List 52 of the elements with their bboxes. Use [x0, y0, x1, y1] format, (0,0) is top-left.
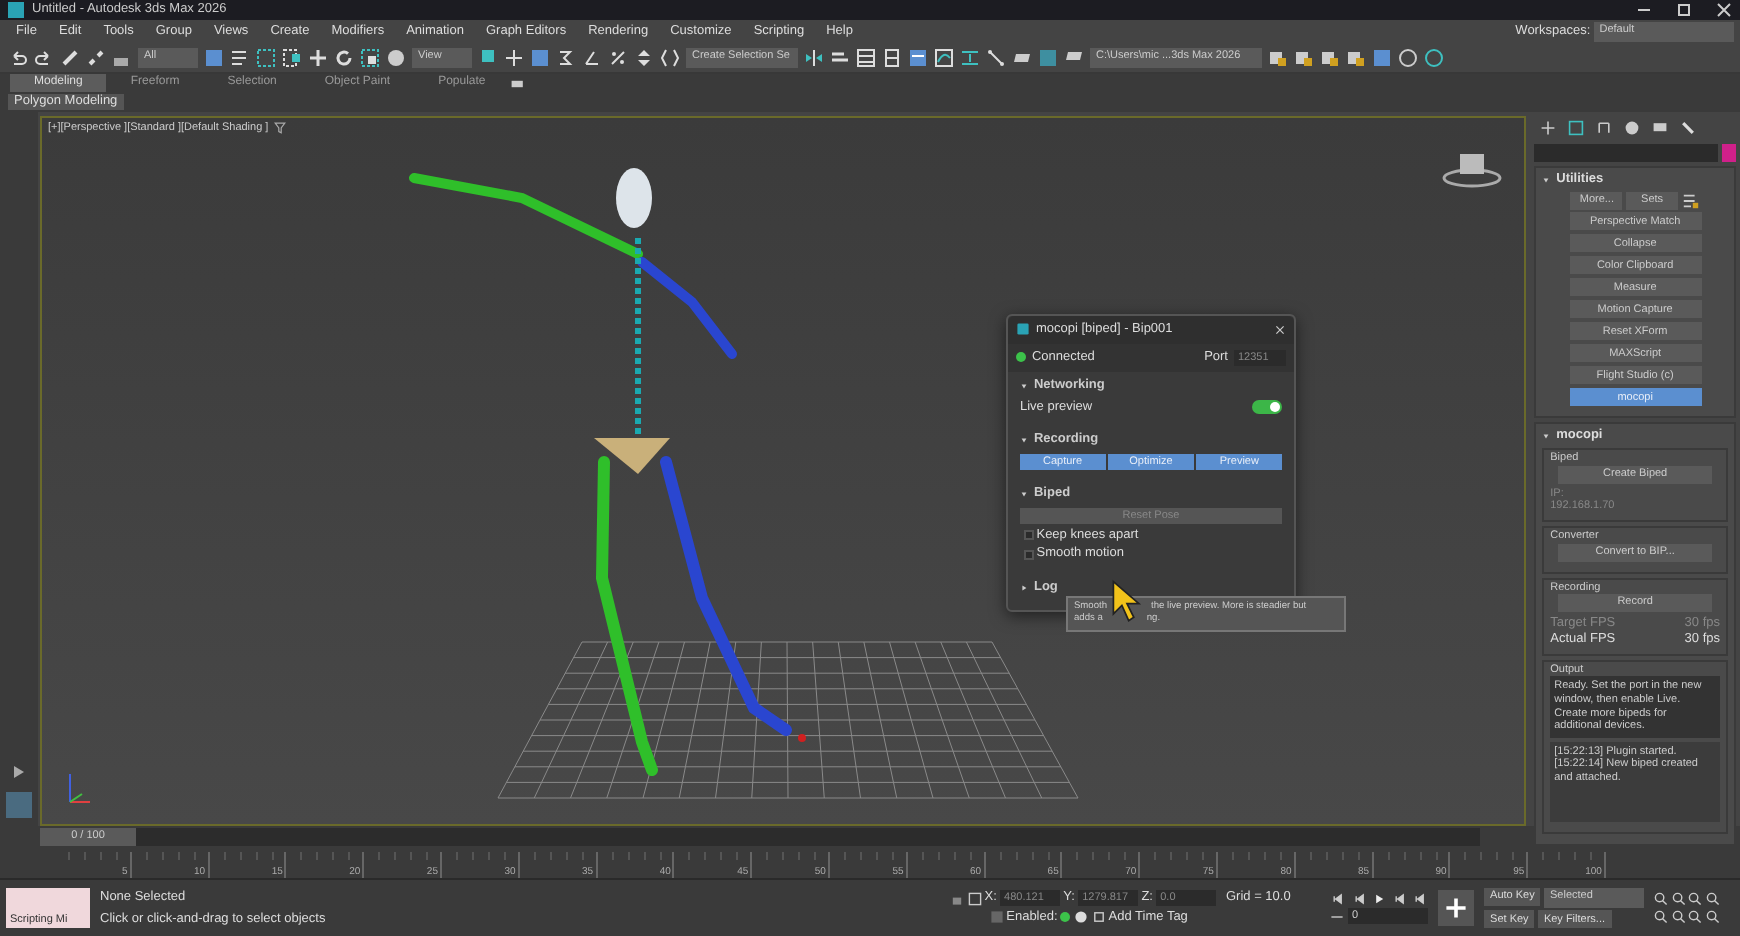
zoom-icon[interactable] — [1654, 892, 1668, 907]
schematic-view-icon[interactable] — [986, 47, 1006, 67]
help-circle-icon[interactable] — [1398, 47, 1418, 67]
checkbox[interactable] — [1023, 530, 1034, 541]
toggle-switch[interactable] — [1251, 399, 1282, 414]
window-crossing-icon[interactable] — [282, 47, 302, 67]
status-dot — [1060, 912, 1071, 923]
create-plus-icon[interactable] — [1540, 120, 1557, 136]
maximize-icon[interactable] — [1674, 0, 1694, 20]
collapse-caret-icon[interactable] — [1019, 381, 1028, 390]
filter-icon[interactable] — [274, 122, 287, 135]
mirror-icon[interactable] — [804, 47, 824, 67]
collapse-caret-icon[interactable] — [1542, 432, 1551, 441]
app-logo-icon — [6, 0, 26, 20]
angle-snap-icon[interactable] — [582, 47, 602, 67]
layer-explorer-icon[interactable] — [882, 47, 902, 67]
align-icon[interactable] — [830, 47, 850, 67]
play-icon[interactable] — [8, 762, 29, 782]
add-key-button[interactable] — [1438, 890, 1475, 926]
display-icon[interactable] — [1652, 120, 1669, 136]
mouse-pointer-icon — [1109, 578, 1144, 626]
select-by-name-icon[interactable] — [230, 47, 250, 67]
plugin-icon[interactable] — [1015, 322, 1030, 337]
expand-caret-icon[interactable] — [1019, 583, 1028, 592]
redo-icon[interactable] — [34, 47, 54, 67]
curve-editor-icon[interactable] — [934, 47, 954, 67]
rectangle-selection-icon[interactable] — [256, 47, 276, 67]
snap-cursor-icon[interactable] — [504, 47, 524, 67]
status-dot — [1015, 352, 1026, 363]
object-name-field[interactable] — [1534, 144, 1719, 162]
close-icon[interactable] — [1273, 323, 1286, 336]
collapse-caret-icon[interactable] — [1542, 175, 1551, 184]
axis-gizmo-icon — [68, 773, 91, 803]
absolute-mode-icon[interactable] — [967, 891, 982, 906]
scene-explorer-icon[interactable] — [856, 47, 876, 67]
viewcube-icon[interactable] — [1442, 154, 1502, 188]
move-icon[interactable] — [308, 47, 328, 67]
collapse-caret-icon[interactable] — [1019, 490, 1028, 499]
object-color-swatch[interactable] — [1722, 144, 1737, 162]
previous-frame-icon[interactable] — [1351, 891, 1366, 906]
go-to-start-icon[interactable] — [1330, 891, 1345, 906]
pivot-marker-icon — [797, 734, 806, 742]
collapse-caret-icon[interactable] — [1019, 435, 1028, 444]
checkbox[interactable] — [1023, 549, 1034, 560]
close-icon[interactable] — [1713, 0, 1734, 20]
plus-icon[interactable] — [1444, 896, 1469, 920]
undo-icon[interactable] — [8, 47, 28, 67]
rotate-icon[interactable] — [334, 47, 354, 67]
sets-list-icon[interactable] — [1681, 191, 1700, 210]
spinner-snap-icon[interactable] — [634, 47, 654, 67]
viewport-thumbnail-icon[interactable] — [3, 790, 34, 820]
percent-snap-icon[interactable] — [608, 47, 628, 67]
